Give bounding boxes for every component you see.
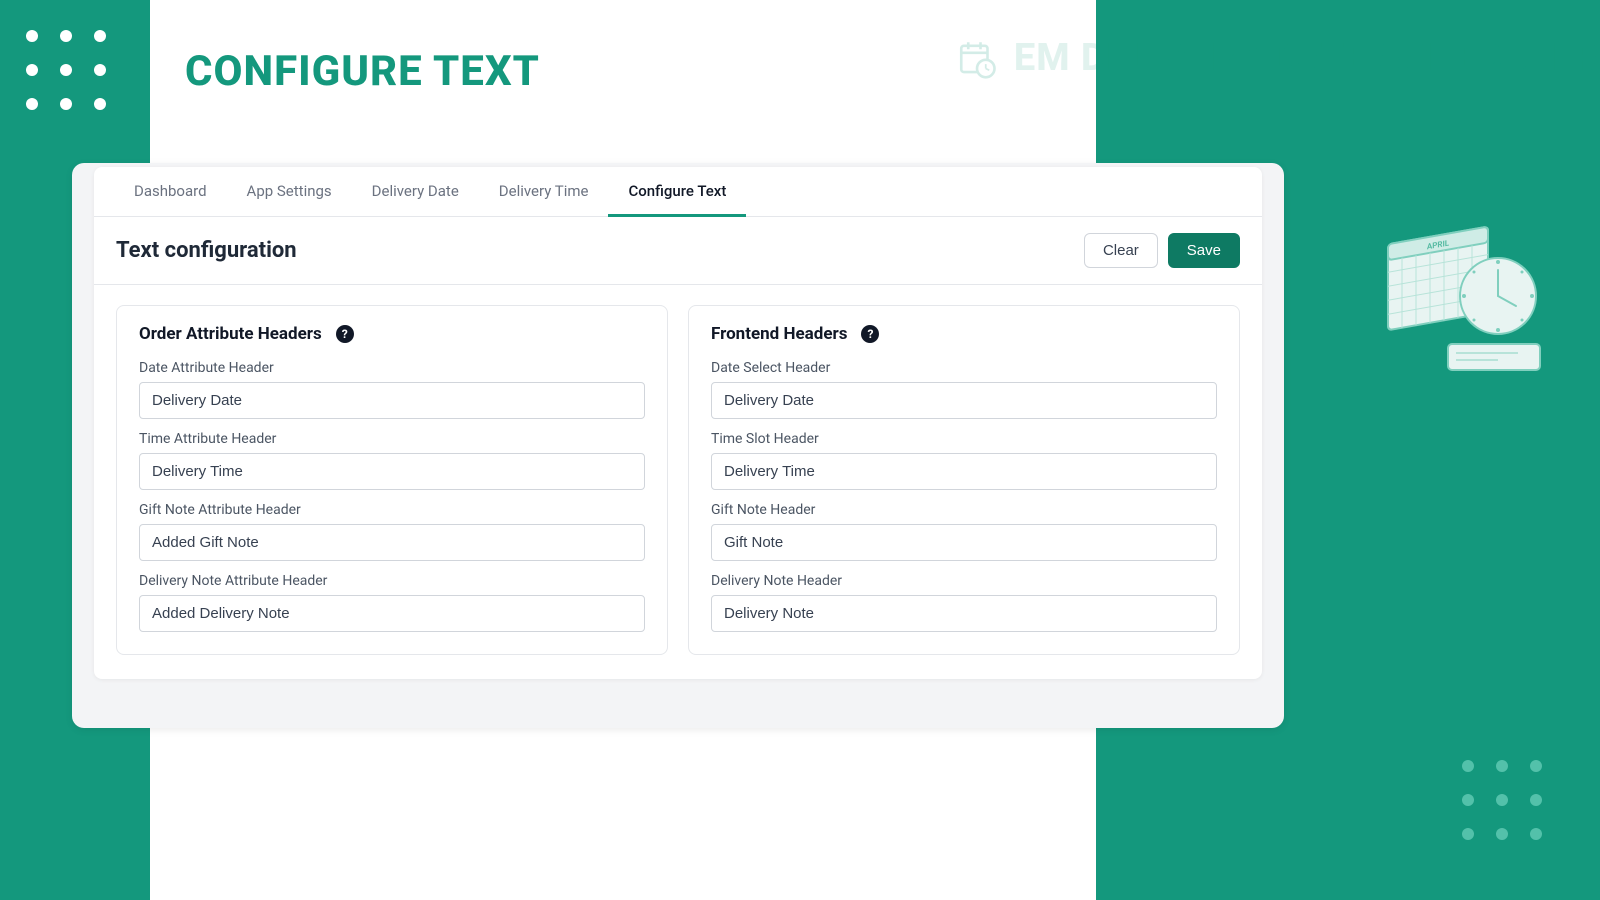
field-delivery-note-header: Delivery Note Header	[711, 573, 1217, 632]
calendar-clock-icon	[956, 37, 998, 79]
field-label: Delivery Note Attribute Header	[139, 573, 645, 589]
tab-app-settings[interactable]: App Settings	[227, 167, 352, 217]
tab-configure-text[interactable]: Configure Text	[608, 167, 746, 217]
field-label: Gift Note Attribute Header	[139, 502, 645, 518]
field-label: Gift Note Header	[711, 502, 1217, 518]
decorative-calendar-illustration: APRIL	[1378, 218, 1548, 378]
input-delivery-note-header[interactable]	[711, 595, 1217, 632]
clear-button[interactable]: Clear	[1084, 233, 1158, 268]
field-delivery-note-attribute-header: Delivery Note Attribute Header	[139, 573, 645, 632]
input-gift-note-header[interactable]	[711, 524, 1217, 561]
app-brand: EM DELIVERY DATE SCHEDULER	[956, 36, 1600, 80]
section-header: Text configuration Clear Save	[94, 217, 1262, 285]
save-button[interactable]: Save	[1168, 233, 1240, 268]
tab-label: Configure Text	[628, 182, 726, 200]
help-icon[interactable]: ?	[336, 325, 354, 343]
input-date-select-header[interactable]	[711, 382, 1217, 419]
help-icon[interactable]: ?	[861, 325, 879, 343]
decorative-dots-bottom-right	[1462, 760, 1542, 840]
input-delivery-note-attribute-header[interactable]	[139, 595, 645, 632]
tab-delivery-date[interactable]: Delivery Date	[352, 167, 479, 217]
input-date-attribute-header[interactable]	[139, 382, 645, 419]
field-label: Time Attribute Header	[139, 431, 645, 447]
section-title: Text configuration	[116, 238, 297, 263]
app-brand-text: EM DELIVERY DATE SCHEDULER	[1014, 36, 1600, 80]
tab-label: Dashboard	[134, 182, 207, 200]
field-time-attribute-header: Time Attribute Header	[139, 431, 645, 490]
panels-row: Order Attribute Headers ? Date Attribute…	[94, 285, 1262, 679]
decorative-dots-top-left	[26, 30, 106, 110]
panel-frontend-headers: Frontend Headers ? Date Select Header Ti…	[688, 305, 1240, 655]
field-label: Time Slot Header	[711, 431, 1217, 447]
page-title: CONFIGURE TEXT	[185, 47, 540, 96]
app-shell: Dashboard App Settings Delivery Date Del…	[72, 163, 1284, 728]
field-time-slot-header: Time Slot Header	[711, 431, 1217, 490]
field-label: Date Attribute Header	[139, 360, 645, 376]
tab-bar: Dashboard App Settings Delivery Date Del…	[94, 167, 1262, 217]
tab-label: Delivery Time	[499, 182, 589, 200]
tab-delivery-time[interactable]: Delivery Time	[479, 167, 609, 217]
input-time-attribute-header[interactable]	[139, 453, 645, 490]
field-label: Date Select Header	[711, 360, 1217, 376]
main-card: Dashboard App Settings Delivery Date Del…	[94, 167, 1262, 679]
input-gift-note-attribute-header[interactable]	[139, 524, 645, 561]
tab-label: App Settings	[247, 182, 332, 200]
field-gift-note-attribute-header: Gift Note Attribute Header	[139, 502, 645, 561]
panel-title: Frontend Headers	[711, 324, 847, 344]
panel-title-row: Frontend Headers ?	[711, 324, 1217, 344]
panel-title-row: Order Attribute Headers ?	[139, 324, 645, 344]
input-time-slot-header[interactable]	[711, 453, 1217, 490]
field-date-select-header: Date Select Header	[711, 360, 1217, 419]
tab-label: Delivery Date	[372, 182, 459, 200]
field-date-attribute-header: Date Attribute Header	[139, 360, 645, 419]
action-buttons: Clear Save	[1084, 233, 1240, 268]
field-gift-note-header: Gift Note Header	[711, 502, 1217, 561]
panel-order-attribute-headers: Order Attribute Headers ? Date Attribute…	[116, 305, 668, 655]
tab-dashboard[interactable]: Dashboard	[114, 167, 227, 217]
panel-title: Order Attribute Headers	[139, 324, 322, 344]
field-label: Delivery Note Header	[711, 573, 1217, 589]
